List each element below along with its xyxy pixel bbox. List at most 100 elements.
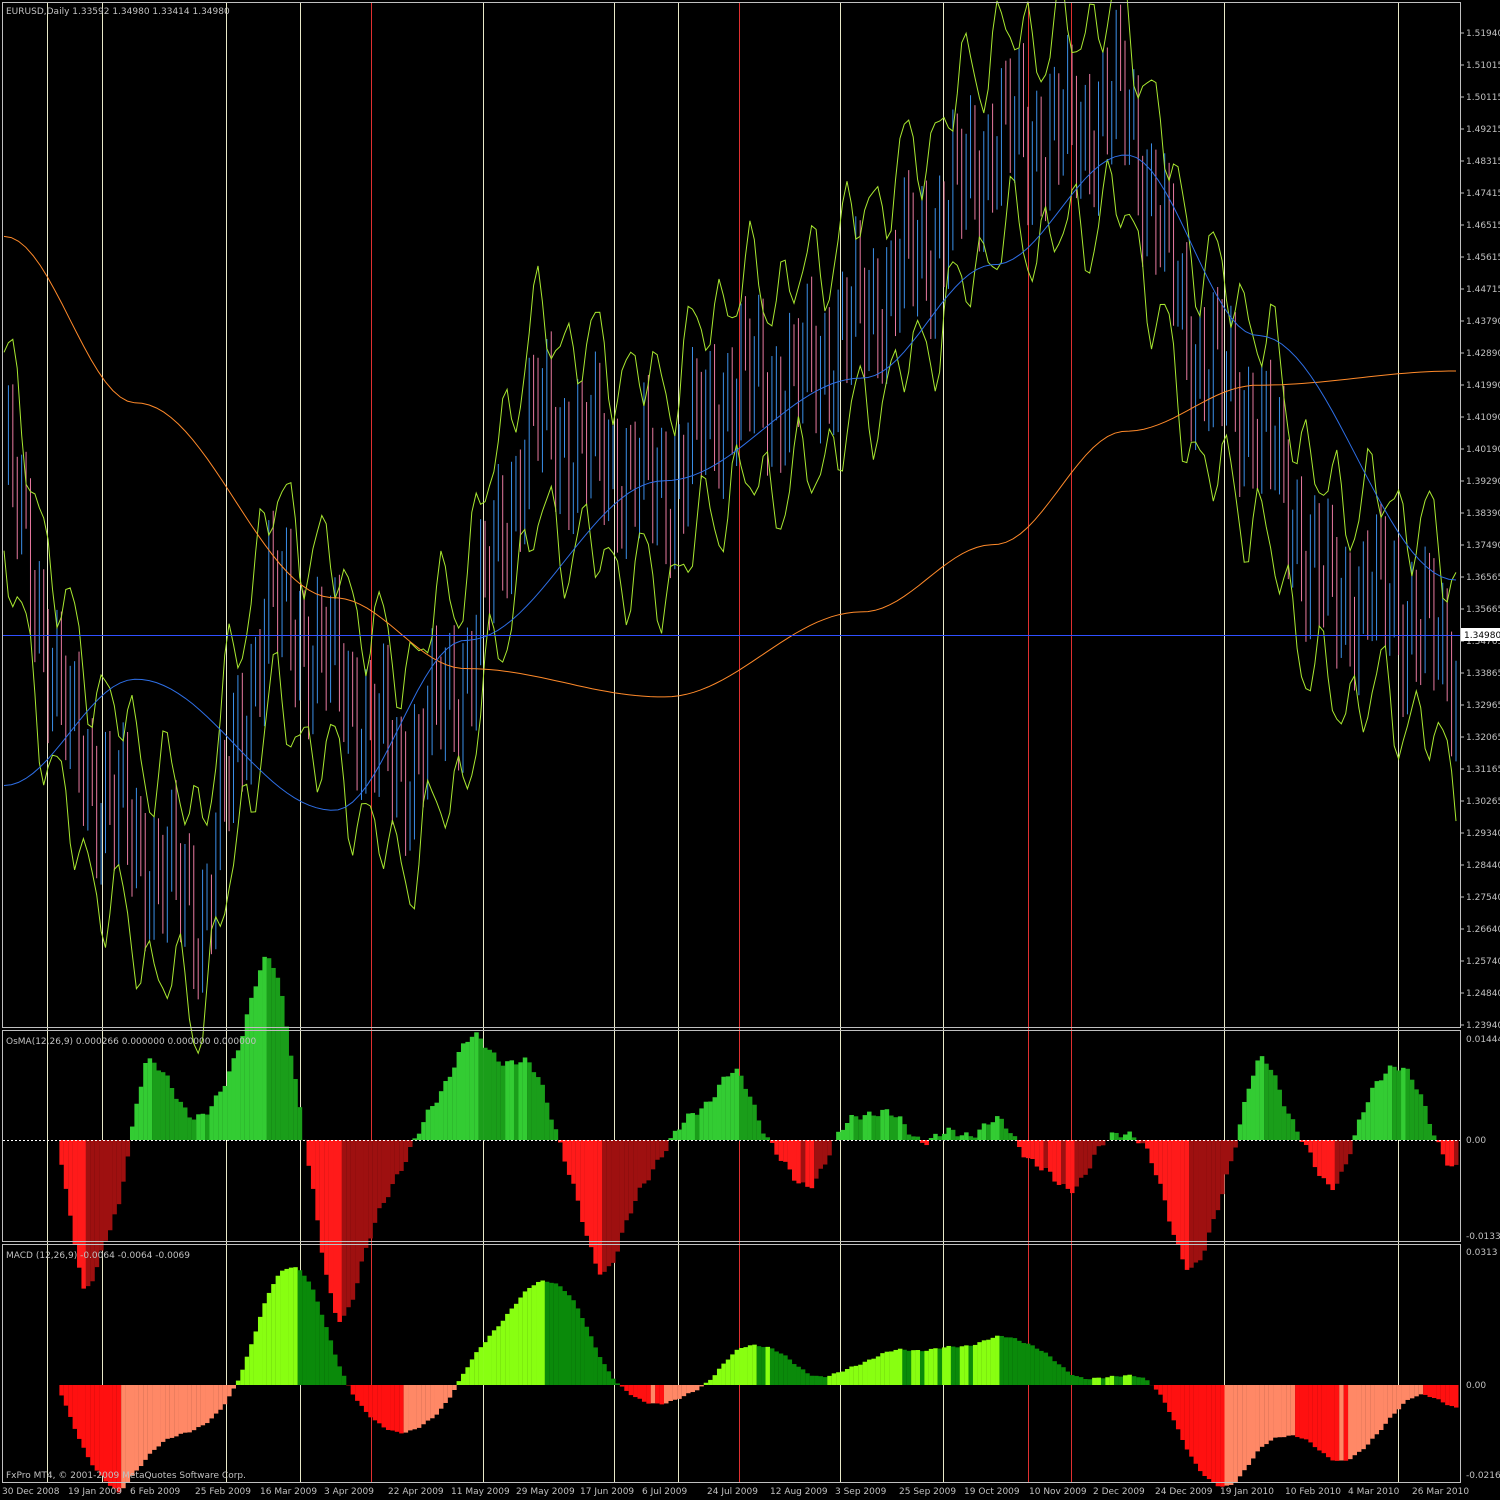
macd-bar xyxy=(1339,1385,1344,1461)
osma-bar xyxy=(1198,1140,1203,1261)
osma-bar xyxy=(147,1058,153,1140)
macd-bar xyxy=(619,1385,625,1387)
osma-bar xyxy=(800,1140,806,1183)
macd-tick-label: -0.0216 xyxy=(1466,1471,1500,1481)
macd-bar xyxy=(712,1375,718,1385)
osma-bar xyxy=(818,1140,823,1169)
osma-bar xyxy=(571,1140,576,1184)
macd-bar xyxy=(187,1385,192,1433)
osma-bar xyxy=(655,1140,660,1160)
price-tick-label: 1.40190 xyxy=(1466,445,1500,455)
macd-bar xyxy=(235,1380,241,1385)
osma-bar xyxy=(540,1084,545,1140)
macd-bar xyxy=(972,1344,978,1385)
macd-bar xyxy=(456,1381,462,1385)
osma-bar xyxy=(165,1075,170,1140)
macd-bar xyxy=(734,1349,740,1385)
osma-bar xyxy=(465,1041,470,1140)
macd-bar xyxy=(385,1385,391,1430)
macd-bar xyxy=(1348,1385,1353,1460)
osma-bar xyxy=(460,1043,466,1140)
macd-bar xyxy=(659,1385,665,1405)
osma-bar xyxy=(1449,1140,1455,1167)
macd-bar xyxy=(430,1385,435,1419)
macd-pane-header: MACD (12,26,9) -0.0064 -0.0064 -0.0069 xyxy=(6,1251,190,1261)
macd-bar xyxy=(94,1385,100,1471)
osma-bar xyxy=(628,1140,634,1214)
macd-bar xyxy=(182,1385,188,1433)
price-tick-label: 1.50115 xyxy=(1466,93,1500,103)
price-tick-label: 1.39290 xyxy=(1466,477,1500,487)
osma-bar xyxy=(1202,1140,1207,1251)
macd-bar xyxy=(597,1357,603,1385)
osma-bar xyxy=(1127,1131,1132,1140)
macd-bar xyxy=(694,1385,700,1391)
osma-bar xyxy=(708,1101,713,1140)
osma-bar xyxy=(849,1114,854,1140)
osma-bar xyxy=(1250,1075,1256,1140)
osma-bar xyxy=(1122,1134,1128,1140)
osma-bar xyxy=(1131,1137,1137,1140)
macd-bar xyxy=(1109,1375,1115,1385)
price-tick-label: 1.45615 xyxy=(1466,253,1500,263)
macd-bar xyxy=(363,1385,369,1412)
osma-bar xyxy=(306,1140,312,1166)
trading-chart[interactable]: 1.51940 1.51015 1.50115 1.49215 1.48315 1.474… xyxy=(0,0,1500,1500)
osma-bar xyxy=(1405,1068,1410,1140)
osma-bar xyxy=(156,1070,161,1140)
osma-bar xyxy=(1211,1140,1216,1220)
date-label: 17 Jun 2009 xyxy=(580,1487,634,1497)
macd-bar xyxy=(999,1335,1004,1385)
osma-bar xyxy=(1061,1140,1066,1184)
osma-bar xyxy=(1255,1060,1260,1140)
osma-bar xyxy=(363,1140,369,1248)
osma-bar xyxy=(1268,1069,1274,1140)
osma-bar xyxy=(1078,1140,1084,1178)
macd-bar xyxy=(884,1351,890,1385)
macd-bar xyxy=(1052,1361,1057,1385)
osma-bar xyxy=(716,1084,722,1140)
osma-bar xyxy=(1361,1112,1366,1140)
macd-bar xyxy=(222,1385,228,1405)
osma-bar xyxy=(597,1140,603,1275)
osma-bar xyxy=(721,1076,726,1140)
macd-bar xyxy=(1074,1376,1079,1385)
osma-bar xyxy=(1052,1140,1057,1182)
macd-bar xyxy=(1215,1385,1221,1487)
osma-bar xyxy=(959,1135,965,1140)
osma-bar xyxy=(1264,1063,1269,1140)
macd-bar xyxy=(840,1371,846,1385)
macd-bar xyxy=(315,1301,320,1385)
osma-bar xyxy=(85,1140,91,1287)
osma-bar xyxy=(862,1115,868,1140)
macd-bar xyxy=(1184,1385,1190,1450)
osma-bar xyxy=(633,1140,638,1201)
price-tick-label: 1.27540 xyxy=(1466,893,1500,903)
macd-bar xyxy=(716,1368,722,1385)
osma-bar xyxy=(1012,1136,1018,1140)
macd-bar xyxy=(650,1385,656,1404)
osma-bar xyxy=(584,1140,590,1236)
macd-bar xyxy=(1189,1385,1194,1457)
date-label: 6 Jul 2009 xyxy=(642,1487,687,1497)
osma-bar xyxy=(884,1109,890,1140)
osma-bar xyxy=(452,1067,457,1140)
date-label: 12 Aug 2009 xyxy=(770,1487,828,1497)
osma-bar xyxy=(659,1140,665,1158)
macd-bar xyxy=(1211,1385,1216,1483)
macd-bar xyxy=(284,1268,289,1385)
osma-bar xyxy=(1083,1140,1088,1175)
osma-bar xyxy=(1396,1070,1402,1140)
macd-bar xyxy=(1330,1385,1335,1461)
date-label: 3 Apr 2009 xyxy=(324,1487,374,1497)
osma-bar xyxy=(337,1140,342,1322)
macd-bar xyxy=(205,1385,210,1424)
macd-bar xyxy=(377,1385,382,1424)
macd-bar xyxy=(1153,1385,1159,1390)
macd-bar xyxy=(487,1335,492,1385)
osma-bar xyxy=(1308,1140,1313,1153)
osma-bar xyxy=(752,1104,757,1140)
osma-bar xyxy=(690,1113,695,1140)
osma-bar xyxy=(580,1140,585,1222)
date-label: 19 Jan 2010 xyxy=(1220,1487,1274,1497)
